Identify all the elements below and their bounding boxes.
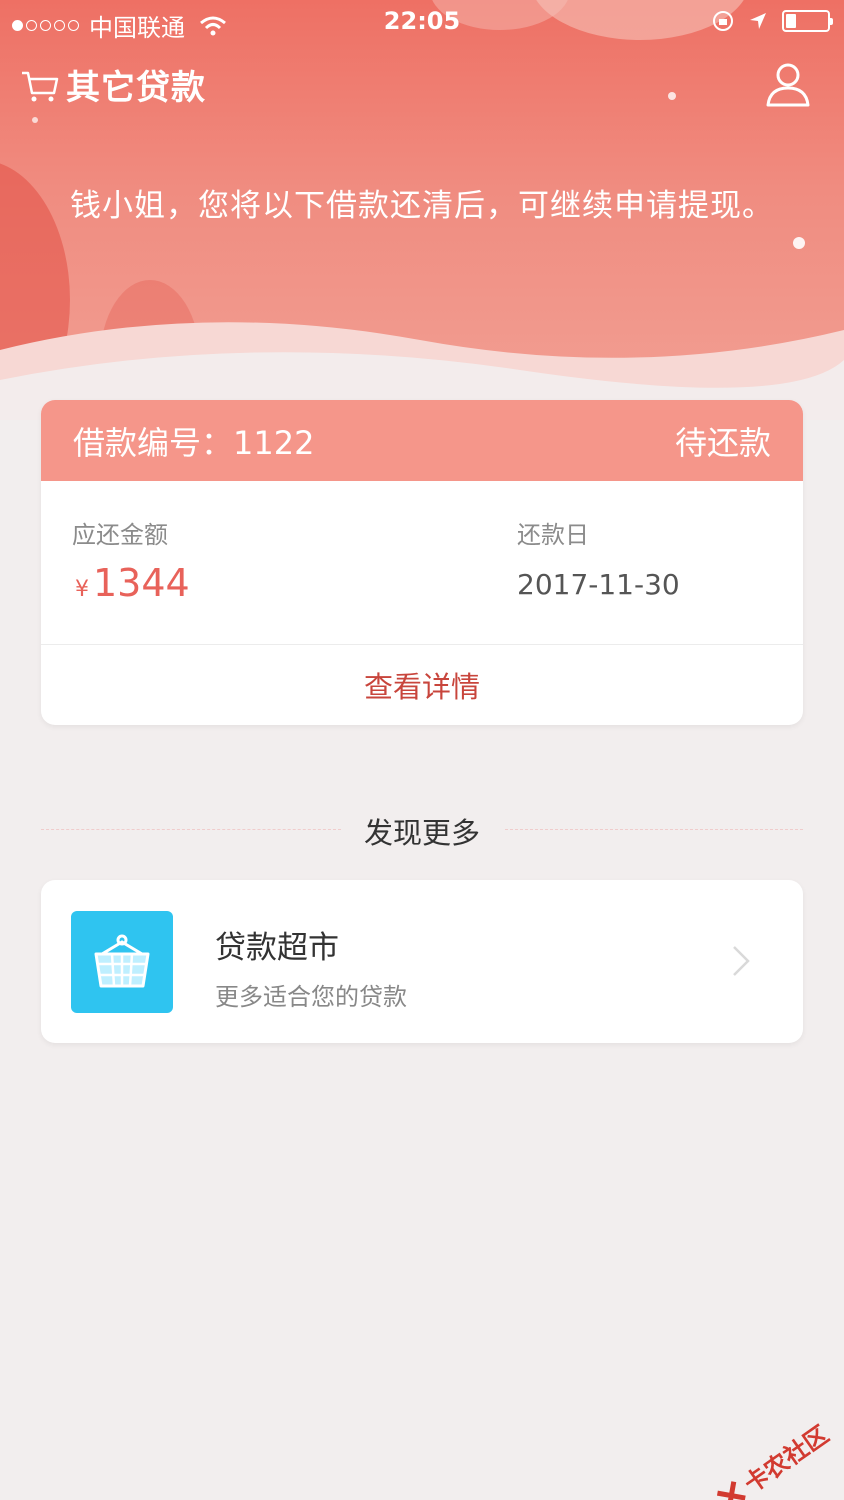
repay-notice: 钱小姐，您将以下借款还清后，可继续申请提现。 <box>70 188 774 224</box>
market-title: 贷款超市 <box>215 930 339 966</box>
orientation-lock-icon <box>713 11 733 31</box>
loan-status-badge: 待还款 <box>674 423 771 462</box>
back-other-loans-button[interactable]: 其它贷款 <box>20 60 206 109</box>
battery-icon <box>782 10 833 32</box>
market-subtitle: 更多适合您的贷款 <box>215 983 407 1011</box>
watermark: 卡农社区 <box>710 1415 835 1500</box>
amount-value: ¥ 1344 <box>75 561 190 605</box>
user-profile-button[interactable] <box>764 60 812 112</box>
due-date-value: 2017-11-30 <box>517 568 680 601</box>
header-banner: 中国联通 22:05 其它贷款 钱小姐，您将以下借款还清后，可继续申请提现。 <box>0 0 844 420</box>
cart-icon <box>22 71 59 101</box>
currency-symbol: ¥ <box>75 577 89 602</box>
loan-market-item[interactable]: 贷款超市 更多适合您的贷款 <box>41 880 803 1043</box>
discover-more-divider: 发现更多 <box>41 806 803 850</box>
discover-more-title: 发现更多 <box>363 816 480 850</box>
page-title: 其它贷款 <box>66 68 206 108</box>
watermark-text: 卡农社区 <box>739 1420 834 1499</box>
status-bar: 中国联通 22:05 <box>0 0 844 44</box>
loan-card-body: 应还金额 ¥ 1344 还款日 2017-11-30 <box>41 481 803 645</box>
user-icon <box>766 63 810 107</box>
chevron-right-icon <box>733 946 750 976</box>
location-icon <box>750 13 766 29</box>
amount-label: 应还金额 <box>72 521 168 549</box>
view-details-link[interactable]: 查看详情 <box>41 645 803 725</box>
loan-card-header: 借款编号：1122 待还款 <box>41 400 803 481</box>
loan-id: 借款编号：1122 <box>73 423 315 462</box>
amount-number: 1344 <box>93 561 190 605</box>
due-date-label: 还款日 <box>517 521 589 549</box>
loan-card: 借款编号：1122 待还款 应还金额 ¥ 1344 还款日 2017-11-30… <box>41 400 803 725</box>
basket-icon <box>71 911 173 1013</box>
